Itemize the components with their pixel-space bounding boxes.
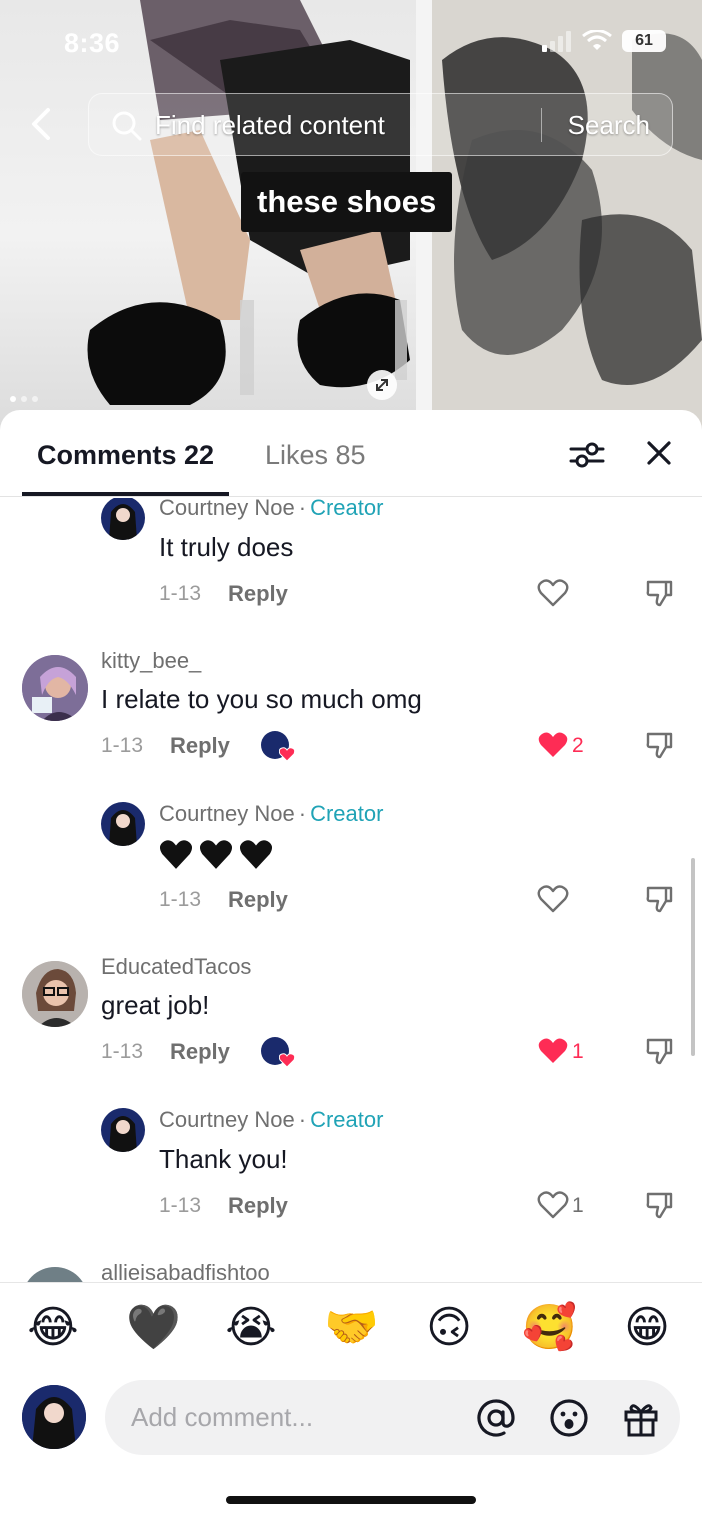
heart-icon [279,1053,295,1068]
chevron-left-icon [32,108,50,140]
sheet-tabs: Comments 22 Likes 85 [0,410,702,497]
home-indicator [226,1496,476,1504]
avatar[interactable] [22,655,88,721]
heart-filled-icon[interactable] [537,1036,569,1066]
comment-date: 1-13 [101,1040,144,1063]
avatar[interactable] [101,498,145,540]
dislike-icon[interactable] [644,578,674,608]
filter-button[interactable] [568,438,606,472]
reply-button[interactable]: Reply [228,887,288,913]
emoji-button[interactable]: 🤝 [324,1303,379,1353]
dislike-icon[interactable] [644,1036,674,1066]
comment-username[interactable]: Courtney Noe · Creator [159,498,383,521]
creator-badge: Creator [310,1107,384,1132]
emoji-button[interactable]: 😭 [225,1303,277,1353]
like-count: 1 [572,1194,584,1217]
comment-username[interactable]: EducatedTacos [101,954,251,980]
heart-outline-icon[interactable] [537,578,569,608]
search-divider [541,108,542,142]
comment-text: It truly does [159,532,294,562]
comment-date: 1-13 [159,582,202,605]
reply-button[interactable]: Reply [228,1193,288,1219]
comment-list[interactable]: Courtney Noe · Creator It truly does 1-13 … [0,498,702,1282]
comment-username[interactable]: allieisabadfishtoo [101,1260,270,1282]
heart-icon [279,747,295,762]
comment-text [159,838,273,870]
tab-likes[interactable]: Likes 85 [265,440,366,471]
reply-button[interactable]: Reply [170,1039,230,1065]
comment-date: 1-13 [159,1194,202,1217]
back-button[interactable] [24,104,60,144]
page-indicator [10,396,38,402]
comment-date: 1-13 [159,888,202,911]
like-count: 1 [572,1040,584,1063]
search-bar[interactable]: Find related content Search [88,93,673,156]
reply-button[interactable]: Reply [228,581,288,607]
wifi-icon [582,30,612,50]
video-caption: these shoes [241,172,453,232]
like-count: 2 [572,734,584,757]
gift-icon[interactable] [621,1398,661,1438]
active-tab-indicator [22,492,229,496]
search-icon [112,111,142,141]
creator-badge: Creator [310,801,384,826]
status-time: 8:36 [64,28,121,58]
scrollbar[interactable] [691,858,695,1056]
comment-date: 1-13 [101,734,144,757]
close-button[interactable] [644,438,674,468]
avatar[interactable] [22,961,88,1027]
search-button[interactable]: Search [568,110,650,141]
avatar[interactable] [22,1267,88,1282]
comment-username[interactable]: Courtney Noe · Creator [159,801,383,827]
status-icons: 61 [542,30,666,52]
comment-text: great job! [101,990,210,1020]
dislike-icon[interactable] [644,730,674,760]
signal-icon [542,31,571,52]
dislike-icon[interactable] [644,1190,674,1220]
comment-input[interactable] [131,1402,451,1433]
avatar[interactable] [101,802,145,846]
comment-username[interactable]: Courtney Noe · Creator [159,1107,383,1133]
search-input[interactable]: Find related content [155,110,385,141]
heart-outline-icon[interactable] [537,1190,569,1220]
video-frame-right [432,0,702,430]
video-player[interactable]: 8:36 61 Find related content Search thes… [0,0,702,430]
heart-filled-icon[interactable] [537,730,569,760]
emoji-quick-bar: 😂 🖤 😭 🤝 🙃 🥰 😁 [0,1282,702,1376]
emoji-button[interactable]: 🖤 [126,1303,181,1353]
avatar[interactable] [101,1108,145,1152]
comment-composer [105,1380,680,1455]
expand-button[interactable] [367,370,397,400]
battery-icon: 61 [622,30,666,52]
emoji-button[interactable]: 🥰 [522,1303,577,1353]
comments-sheet: Comments 22 Likes 85 Courtney Noe · Creato… [0,410,702,1520]
comment-text: I relate to you so much omg [101,684,422,714]
expand-icon [376,379,388,391]
emoji-picker-icon[interactable] [549,1398,589,1438]
comment-text: Thank you! [159,1144,288,1174]
current-user-avatar [22,1385,86,1449]
creator-badge: Creator [310,498,384,520]
dislike-icon[interactable] [644,884,674,914]
heart-outline-icon[interactable] [537,884,569,914]
comment-username[interactable]: kitty_bee_ [101,648,201,674]
emoji-button[interactable]: 🙃 [423,1303,475,1353]
emoji-button[interactable]: 😁 [621,1303,673,1353]
sliders-icon [569,442,605,468]
reply-button[interactable]: Reply [170,733,230,759]
tab-comments[interactable]: Comments 22 [37,440,214,471]
emoji-button[interactable]: 😂 [27,1303,79,1353]
mention-icon[interactable] [476,1398,516,1438]
close-icon [647,441,671,465]
